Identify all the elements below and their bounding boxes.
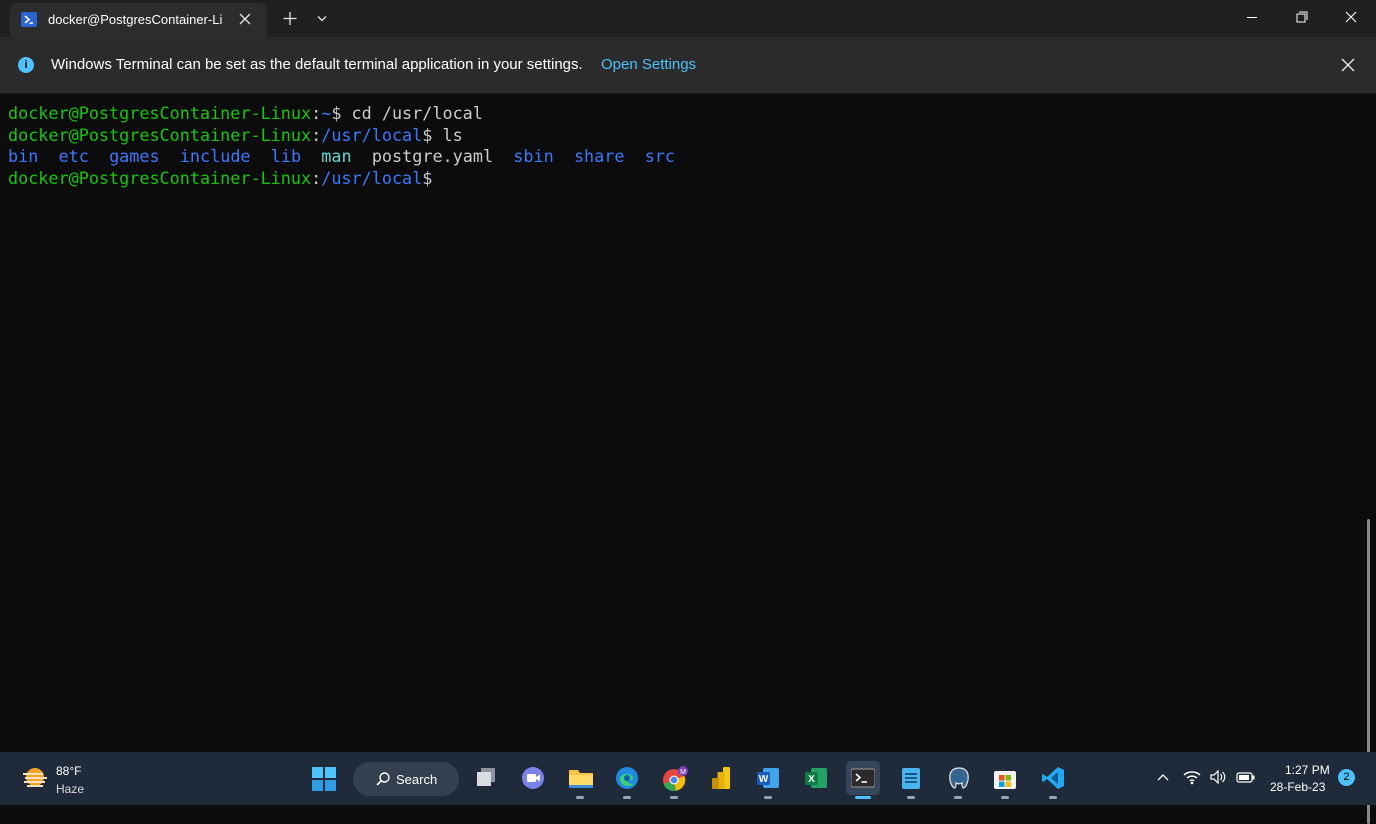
running-indicator [1049,796,1057,799]
task-view-icon[interactable] [469,761,503,795]
new-tab-button[interactable] [278,7,302,31]
svg-text:M: M [680,769,686,776]
volume-icon[interactable] [1209,769,1227,790]
clock-time[interactable]: 1:27 PM [1285,763,1330,777]
notepad-icon[interactable] [894,761,928,799]
minimize-button[interactable] [1229,0,1275,36]
power-bi-icon[interactable] [704,761,738,795]
weather-condition[interactable]: Haze [56,782,84,796]
restore-button[interactable] [1279,0,1325,36]
terminal-text: : [311,167,322,188]
weather-temp[interactable]: 88°F [56,764,81,778]
running-indicator [764,796,772,799]
terminal-text: postgre.yaml [371,146,494,166]
chevron-up-icon[interactable] [1155,769,1171,790]
terminal-text: /usr/local [321,124,423,145]
open-settings-link[interactable]: Open Settings [601,56,696,73]
taskbar: 88°F Haze Search M W X 1:27 PM 28-Feb-23… [0,752,1376,805]
tab-close-icon[interactable] [236,10,254,28]
terminal-text: man [321,146,352,166]
tab-terminal[interactable]: docker@PostgresContainer-Li [10,3,267,37]
running-indicator [954,796,962,799]
word-icon[interactable]: W [751,761,785,799]
title-bar: docker@PostgresContainer-Li [0,0,1376,37]
running-indicator [576,796,584,799]
running-indicator [670,796,678,799]
terminal-text: include [179,146,251,166]
info-message: Windows Terminal can be set as the defau… [51,56,583,73]
excel-icon[interactable]: X [799,761,833,795]
file-explorer-icon[interactable] [563,761,597,799]
terminal-line: bin etc games include lib man postgre.ya… [8,146,675,168]
running-indicator [623,796,631,799]
terminal-text: src [644,146,675,166]
search-icon [376,772,390,786]
terminal-text: games [109,146,160,166]
terminal-text: sbin [513,146,554,166]
terminal-line: docker@PostgresContainer-Linux:/usr/loca… [8,168,675,190]
chrome-icon[interactable]: M [657,761,691,799]
close-icon[interactable] [1337,54,1359,76]
wifi-icon[interactable] [1183,769,1201,790]
terminal-line: docker@PostgresContainer-Linux:/usr/loca… [8,125,675,147]
terminal-text: $ [422,167,433,188]
start-button[interactable] [306,761,340,795]
microsoft-store-icon[interactable] [988,761,1022,799]
edge-icon[interactable] [610,761,644,799]
vscode-icon[interactable] [1036,761,1070,799]
terminal-text: : [311,124,322,145]
chevron-down-icon[interactable] [311,7,333,31]
terminal-text: etc [58,146,89,166]
teams-chat-icon[interactable] [516,761,550,795]
info-bar: i Windows Terminal can be set as the def… [0,37,1376,94]
terminal-text: lib [270,146,302,166]
running-indicator [907,796,915,799]
running-indicator [1001,796,1009,799]
powershell-icon [21,12,37,27]
battery-icon[interactable] [1236,769,1256,790]
notification-badge[interactable]: 2 [1338,769,1355,786]
clock-date[interactable]: 28-Feb-23 [1270,780,1325,794]
active-indicator [855,796,871,799]
weather-haze-icon[interactable] [21,765,49,791]
svg-text:W: W [759,774,769,785]
taskbar-search[interactable]: Search [353,762,459,796]
terminal-text: bin [8,146,39,166]
terminal-text: docker@PostgresContainer-Linux [8,167,312,188]
terminal-pane[interactable]: docker@PostgresContainer-Linux:~$ cd /us… [0,94,1376,824]
terminal-text: /usr/local [321,167,423,188]
svg-text:X: X [808,774,815,785]
terminal-text: : [311,103,322,123]
terminal-output: docker@PostgresContainer-Linux:~$ cd /us… [8,103,675,189]
close-window-button[interactable] [1329,0,1375,36]
terminal-text: $ ls [422,124,463,145]
info-icon: i [18,57,34,73]
terminal-text: share [573,146,625,166]
terminal-text: $ cd /usr/local [331,103,483,123]
terminal-icon[interactable] [846,761,880,799]
search-label: Search [396,772,438,787]
tab-title: docker@PostgresContainer-Li [48,12,223,27]
terminal-text: ~ [321,103,332,123]
terminal-line: docker@PostgresContainer-Linux:~$ cd /us… [8,103,675,125]
terminal-text: docker@PostgresContainer-Linux [8,124,312,145]
pgadmin-icon[interactable] [941,761,975,799]
terminal-text: docker@PostgresContainer-Linux [8,103,312,123]
